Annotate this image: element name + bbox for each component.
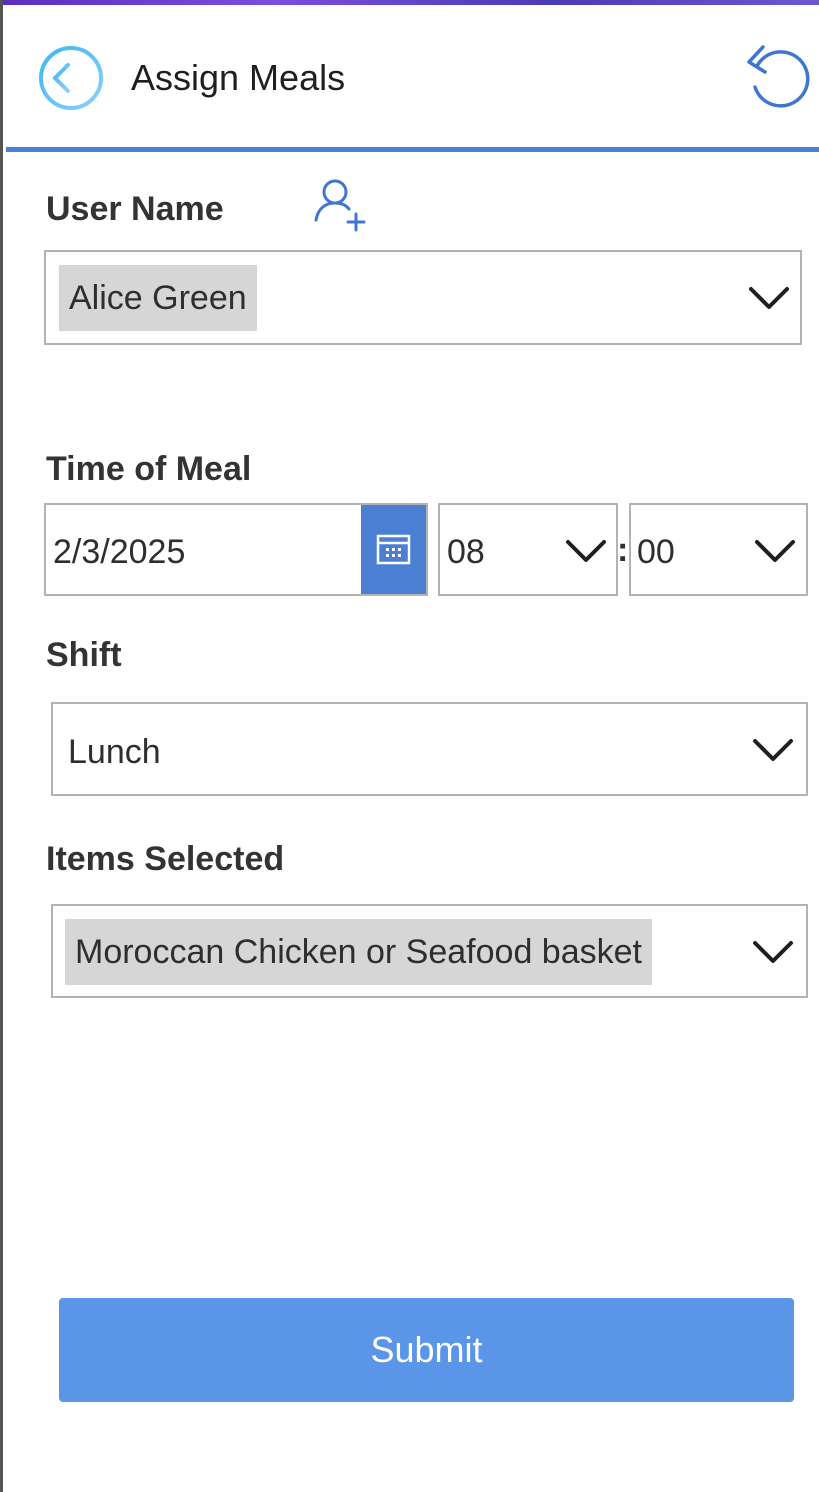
items-selected-chip[interactable]: Moroccan Chicken or Seafood basket: [65, 919, 652, 985]
add-user-button[interactable]: [310, 176, 370, 234]
header-divider: [6, 147, 819, 152]
items-selected-label: Items Selected: [46, 840, 285, 878]
items-selected-dropdown[interactable]: Moroccan Chicken or Seafood basket: [51, 904, 808, 998]
calendar-icon: [376, 534, 411, 565]
time-separator: :: [617, 531, 629, 569]
shift-value: Lunch: [68, 733, 161, 771]
user-name-label: User Name: [46, 190, 224, 228]
chevron-down-icon: [755, 540, 795, 562]
reset-button[interactable]: [741, 42, 813, 116]
date-value[interactable]: 2/3/2025: [53, 533, 185, 572]
user-name-selected-chip[interactable]: Alice Green: [59, 265, 257, 331]
minute-dropdown[interactable]: 00: [629, 503, 808, 596]
arrow-left-circle-icon: [39, 46, 103, 110]
user-name-dropdown[interactable]: Alice Green: [44, 250, 802, 345]
app-frame: Assign Meals User Name Alice Green Time …: [0, 0, 819, 1492]
add-user-icon: [314, 179, 366, 232]
chevron-down-icon: [753, 941, 793, 963]
chevron-down-icon: [749, 287, 789, 309]
time-of-meal-label: Time of Meal: [46, 450, 252, 488]
page-title: Assign Meals: [131, 57, 346, 98]
calendar-button[interactable]: [361, 505, 426, 594]
chevron-down-icon: [566, 540, 606, 562]
hour-dropdown[interactable]: 08: [438, 503, 618, 596]
shift-label: Shift: [46, 636, 122, 674]
chevron-down-icon: [753, 739, 793, 761]
back-button[interactable]: [37, 43, 105, 113]
minute-value: 00: [637, 533, 675, 571]
header-bar: [6, 5, 819, 147]
submit-button[interactable]: Submit: [59, 1298, 794, 1402]
reset-icon: [747, 45, 810, 108]
hour-value: 08: [447, 533, 485, 571]
shift-dropdown[interactable]: Lunch: [51, 702, 808, 796]
